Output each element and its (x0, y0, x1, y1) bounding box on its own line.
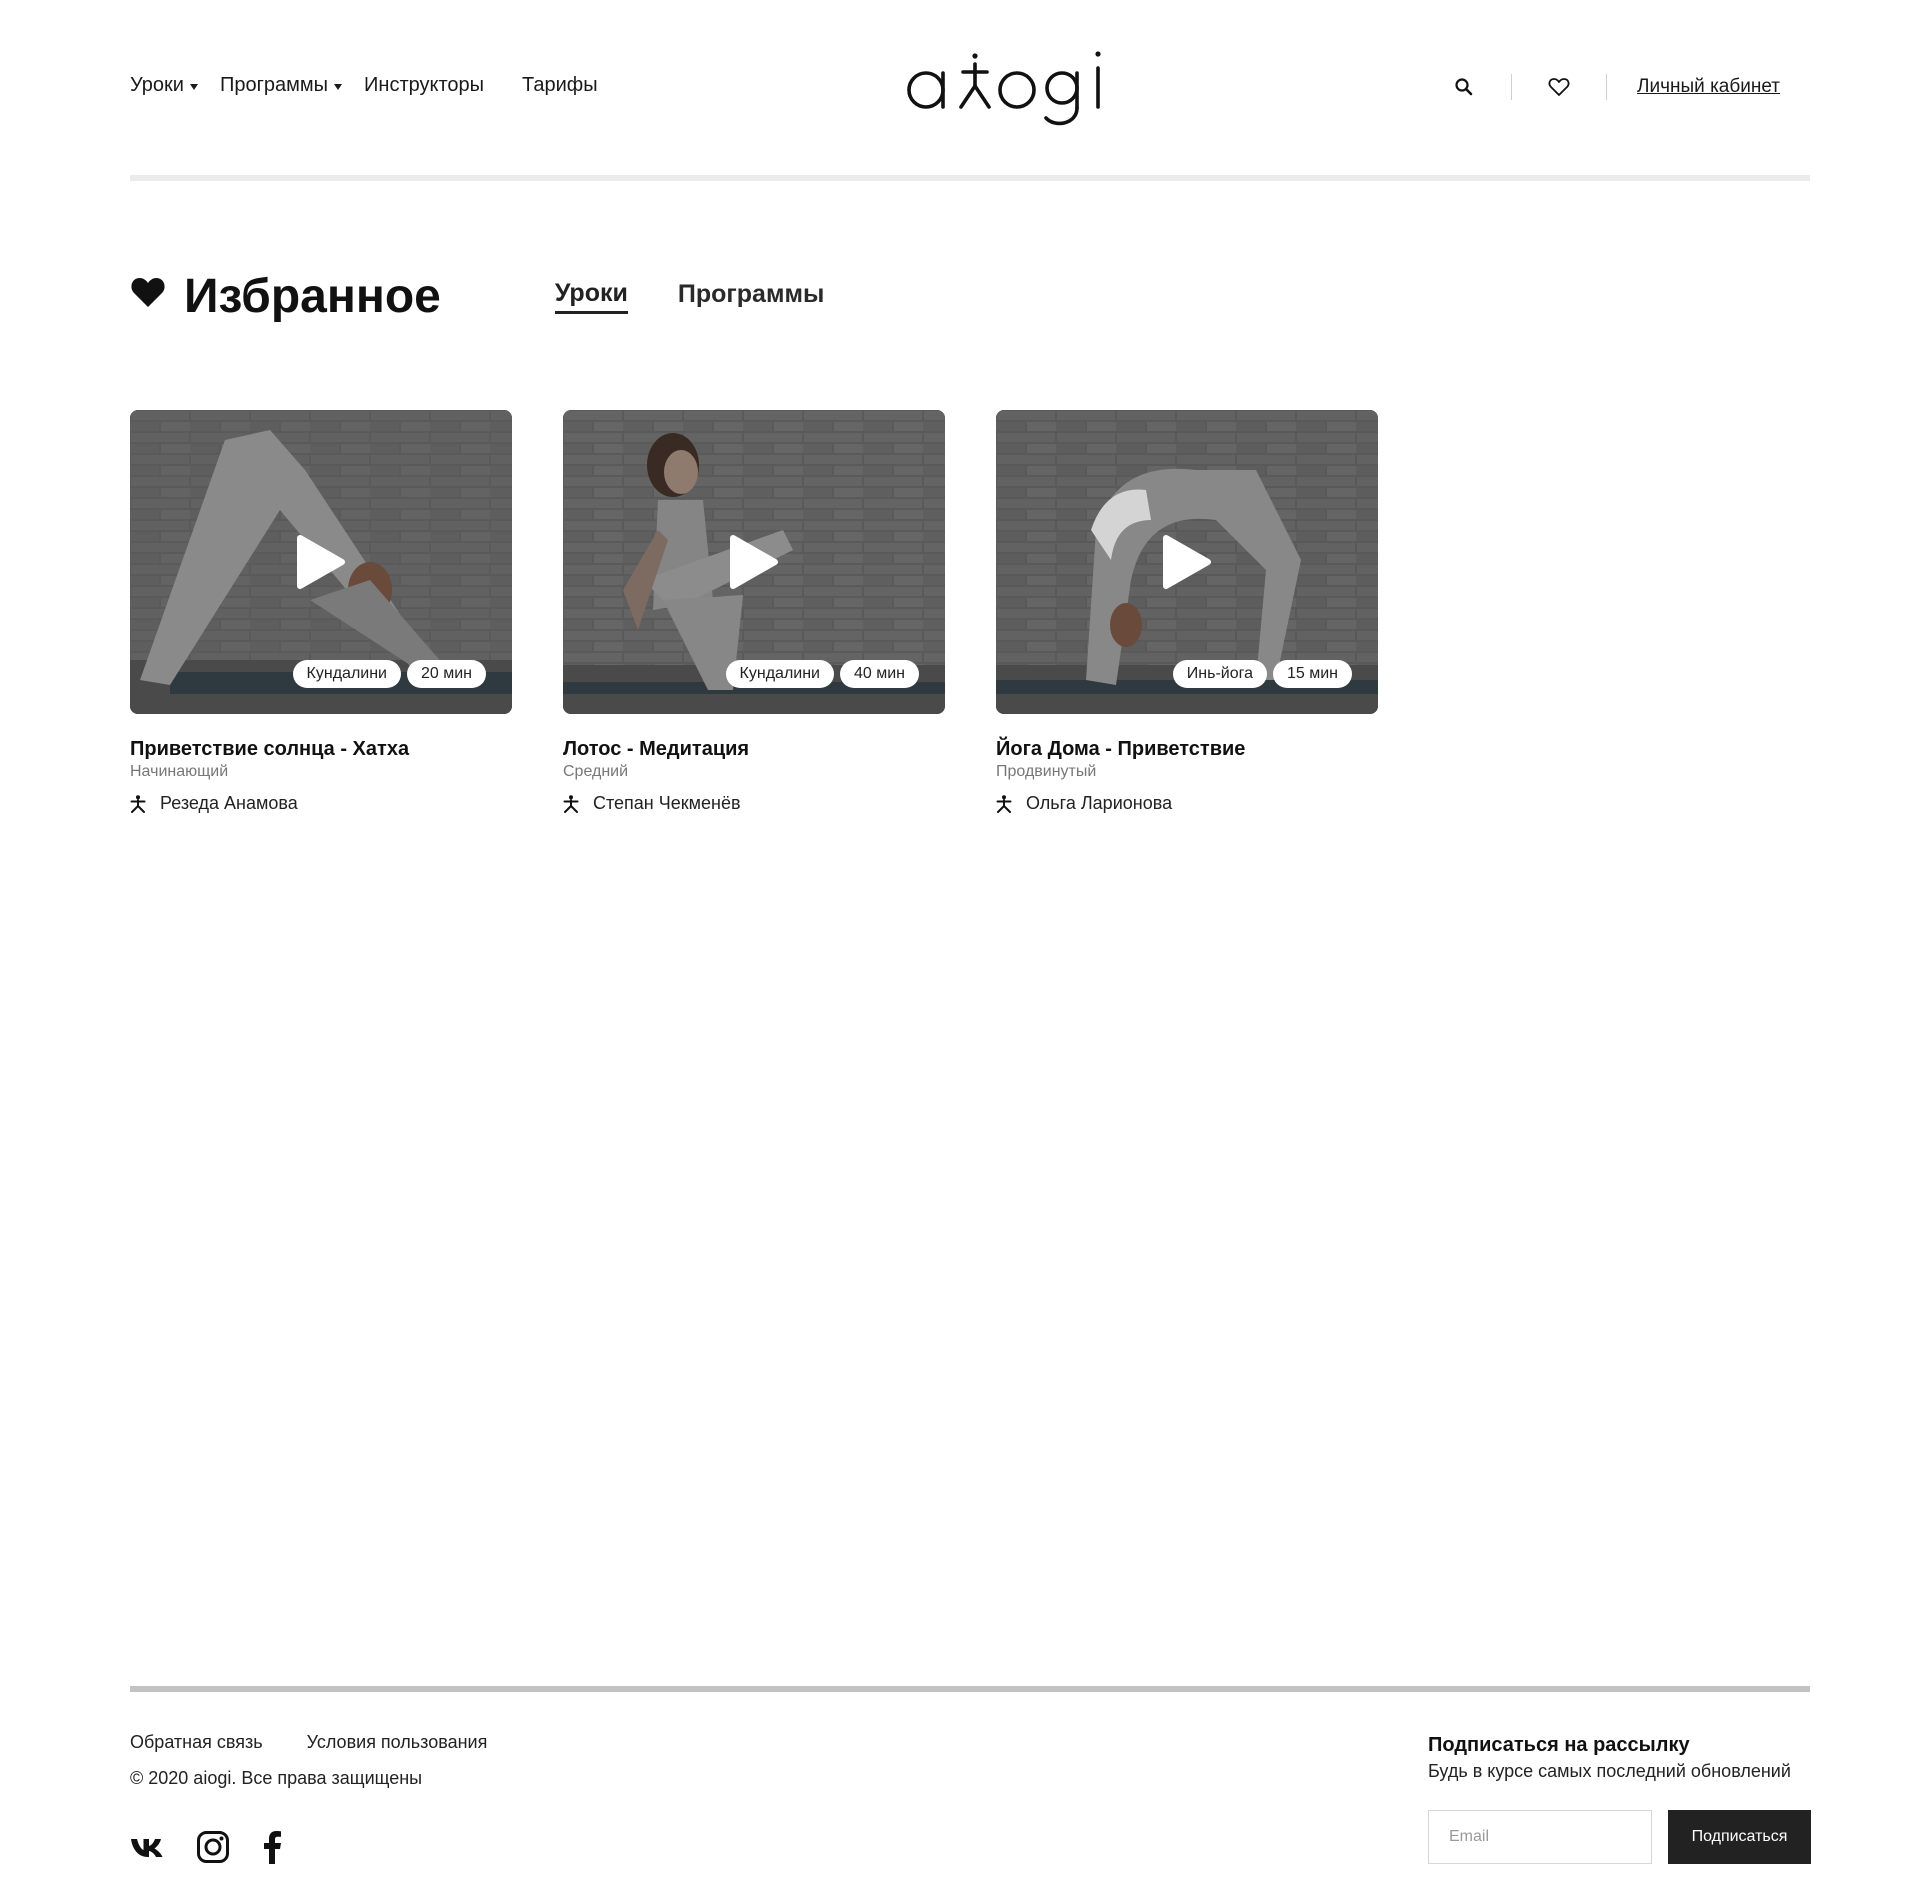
favorites-list: Кундалини 20 мин Приветствие солнца - Ха… (130, 410, 1429, 814)
lesson-instructor[interactable]: Степан Чекменёв (563, 793, 945, 814)
lesson-tags: Кундалини 20 мин (287, 660, 486, 688)
lesson-card[interactable]: Инь-йога 15 мин Йога Дома - Приветствие … (996, 410, 1378, 814)
copyright-text: © 2020 aiogi. Все права защищены (130, 1768, 423, 1788)
nav-item-pricing[interactable]: Тарифы (522, 74, 598, 97)
instructor-name: Резеда Анамова (160, 793, 298, 813)
logo-mark (907, 51, 1101, 126)
nav-item-label: Уроки (130, 74, 184, 96)
nav-item-label: Тарифы (522, 74, 598, 96)
instagram-link[interactable] (196, 1830, 230, 1864)
main-nav: Уроки Программы Инструкторы Тарифы (130, 74, 620, 97)
instructor-name: Степан Чекменёв (593, 793, 741, 813)
lesson-instructor[interactable]: Резеда Анамова (130, 793, 512, 814)
lesson-thumbnail[interactable]: Инь-йога 15 мин (996, 410, 1378, 714)
favorites-heading-row: Избранное Уроки Программы (130, 266, 874, 326)
search-icon (1455, 78, 1473, 96)
nav-item-label: Программы (219, 74, 329, 96)
lesson-card[interactable]: Кундалини 40 мин Лотос - Медитация Средн… (563, 410, 945, 814)
footer-links: Обратная связь Условия пользования (130, 1732, 531, 1753)
header-actions: Личный кабинет (1447, 70, 1780, 104)
heart-filled-icon (131, 278, 165, 307)
lesson-thumbnail[interactable]: Кундалини 40 мин (563, 410, 945, 714)
nav-item-programs[interactable]: Программы (219, 74, 343, 97)
vk-icon (131, 1839, 163, 1857)
lesson-level: Начинающий (130, 763, 229, 780)
yogi-icon (563, 794, 579, 813)
heart-outline-icon (1548, 78, 1570, 96)
lesson-thumbnail[interactable]: Кундалини 20 мин (130, 410, 512, 714)
style-badge: Инь-йога (1172, 660, 1267, 688)
yogi-icon (130, 794, 146, 813)
lesson-card[interactable]: Кундалини 20 мин Приветствие солнца - Ха… (130, 410, 512, 814)
instagram-icon (197, 1831, 229, 1863)
footer-divider-line (130, 1686, 1810, 1692)
newsletter-subtitle: Будь в курсе самых последний обновлений (1428, 1761, 1791, 1781)
chevron-down-icon (189, 83, 198, 90)
page-title: Избранное (130, 269, 441, 324)
email-field[interactable] (1428, 1810, 1652, 1864)
facebook-link[interactable] (262, 1830, 282, 1864)
instructor-name: Ольга Ларионова (1026, 793, 1173, 813)
lesson-title[interactable]: Приветствие солнца - Хатха (130, 738, 512, 761)
tab-lessons[interactable]: Уроки (554, 279, 628, 314)
feedback-link[interactable]: Обратная связь (130, 1732, 263, 1753)
social-links (130, 1830, 314, 1864)
play-icon (297, 535, 345, 589)
terms-link[interactable]: Условия пользования (307, 1732, 488, 1753)
lesson-tags: Кундалини 40 мин (720, 660, 919, 688)
aiogi-logo[interactable] (905, 46, 1137, 128)
account-link[interactable]: Личный кабинет (1637, 76, 1780, 98)
site-header: Уроки Программы Инструкторы Тарифы Личны… (130, 0, 1810, 176)
nav-item-instructors[interactable]: Инструкторы (364, 74, 484, 97)
style-badge: Кундалини (292, 660, 401, 688)
lesson-instructor[interactable]: Ольга Ларионова (996, 793, 1378, 814)
duration-badge: 15 мин (1272, 660, 1352, 688)
lesson-level: Продвинутый (996, 763, 1097, 780)
search-button[interactable] (1447, 70, 1481, 104)
lesson-level: Средний (563, 763, 629, 780)
newsletter-subscribe: Подписаться на рассылку Будь в курсе сам… (1428, 1734, 1811, 1864)
chevron-down-icon (334, 83, 343, 90)
vk-link[interactable] (130, 1836, 164, 1858)
favorites-tabs: Уроки Программы (554, 279, 874, 314)
play-icon (730, 535, 778, 589)
header-divider (1511, 74, 1513, 100)
header-divider-line (130, 175, 1810, 181)
newsletter-form: Подписаться (1428, 1810, 1811, 1864)
lesson-tags: Инь-йога 15 мин (1167, 660, 1352, 688)
newsletter-title: Подписаться на рассылку (1428, 1734, 1690, 1756)
style-badge: Кундалини (725, 660, 834, 688)
duration-badge: 40 мин (839, 660, 919, 688)
lesson-title[interactable]: Лотос - Медитация (563, 738, 945, 761)
facebook-icon (264, 1831, 281, 1864)
lesson-title[interactable]: Йога Дома - Приветствие (996, 738, 1378, 761)
nav-item-lessons[interactable]: Уроки (130, 74, 198, 97)
tab-programs[interactable]: Программы (678, 280, 824, 312)
subscribe-button[interactable]: Подписаться (1668, 1810, 1811, 1864)
header-divider (1606, 74, 1608, 100)
play-icon (1163, 535, 1211, 589)
favorites-button[interactable] (1542, 70, 1576, 104)
duration-badge: 20 мин (406, 660, 486, 688)
page-title-text: Избранное (184, 269, 441, 323)
nav-item-label: Инструкторы (364, 74, 485, 96)
yogi-icon (996, 794, 1012, 813)
